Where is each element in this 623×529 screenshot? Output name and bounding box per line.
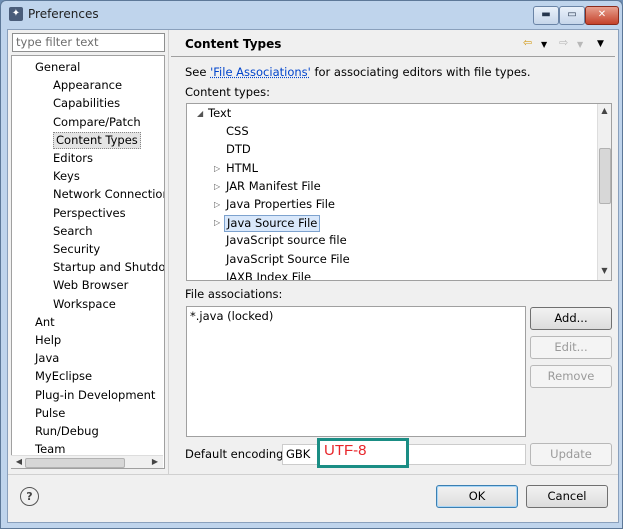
content-type-item[interactable]: DTD: [226, 141, 251, 158]
content-type-item[interactable]: HTML: [226, 160, 258, 177]
preference-tree: General Appearance Capabilities Compare/Pat…: [11, 55, 165, 469]
window-title: Preferences: [28, 7, 99, 21]
scroll-thumb[interactable]: [25, 458, 125, 468]
scroll-left-icon[interactable]: ◀: [13, 457, 25, 467]
tree-item[interactable]: Ant: [35, 314, 55, 331]
header-separator: [171, 56, 615, 57]
close-button[interactable]: ✕: [585, 6, 619, 25]
tree-item[interactable]: Perspectives: [53, 205, 126, 222]
file-associations-link[interactable]: 'File Associations': [210, 65, 311, 79]
collapsed-arrow-icon[interactable]: ▷: [214, 178, 220, 195]
app-icon: ✦: [9, 7, 23, 21]
list-item[interactable]: *.java (locked): [190, 309, 273, 323]
tree-item[interactable]: Security: [53, 241, 100, 258]
filter-input[interactable]: type filter text: [12, 33, 165, 52]
update-button[interactable]: Update: [530, 443, 612, 466]
tree-item[interactable]: Workspace: [53, 296, 116, 313]
default-encoding-label: Default encoding:: [185, 447, 288, 461]
page-title: Content Types: [185, 37, 282, 51]
content-types-tree: ▲ ▼ ◢ Text CSS DTD ▷ HTML ▷ JAR Manifest File ▷ J…: [186, 103, 612, 281]
content-types-scrollbar[interactable]: ▲ ▼: [597, 104, 611, 280]
content-type-item[interactable]: Java Properties File: [226, 196, 335, 213]
file-associations-list: *.java (locked): [186, 306, 526, 437]
scroll-up-icon[interactable]: ▲: [599, 106, 610, 115]
content-type-item[interactable]: Java Source File: [224, 215, 321, 233]
forward-dropdown-icon[interactable]: ▼: [577, 38, 583, 51]
encoding-value: GBK: [286, 447, 311, 461]
expanded-arrow-icon[interactable]: ◢: [197, 105, 203, 122]
back-dropdown-icon[interactable]: ▼: [541, 38, 547, 51]
tree-item[interactable]: MyEclipse: [35, 368, 92, 385]
content-types-label: Content types:: [185, 85, 270, 99]
content-type-item[interactable]: CSS: [226, 123, 249, 140]
scroll-thumb[interactable]: [599, 148, 611, 204]
bottom-separator: [8, 474, 618, 475]
tree-item[interactable]: Editors: [53, 150, 93, 167]
tree-item[interactable]: Web Browser: [53, 277, 128, 294]
tree-item[interactable]: Capabilities: [53, 95, 120, 112]
remove-button[interactable]: Remove: [530, 365, 612, 388]
tree-item[interactable]: Help: [35, 332, 61, 349]
title-bar: ✦ Preferences ▬ ▭ ✕: [1, 1, 622, 29]
annotation-text: UTF-8: [324, 442, 367, 459]
forward-arrow-icon[interactable]: ⇨: [559, 36, 568, 49]
cancel-button[interactable]: Cancel: [526, 485, 608, 508]
add-button[interactable]: Add...: [530, 307, 612, 330]
content-type-item[interactable]: Text: [208, 105, 231, 122]
content-type-item[interactable]: JavaScript Source File: [226, 251, 350, 268]
tree-item[interactable]: Startup and Shutdown: [53, 259, 164, 276]
ok-button[interactable]: OK: [436, 485, 518, 508]
content-type-item[interactable]: JavaScript source file: [226, 232, 347, 249]
tree-item[interactable]: Plug-in Development: [35, 387, 155, 404]
minimize-button[interactable]: ▬: [533, 6, 559, 25]
annotation-box: UTF-8: [317, 438, 409, 468]
dialog-client-area: type filter text General Appearance Capabi…: [7, 29, 619, 523]
tree-item[interactable]: Compare/Patch: [53, 114, 141, 131]
scroll-right-icon[interactable]: ▶: [149, 457, 161, 467]
see-suffix: for associating editors with file types.: [310, 65, 531, 79]
see-prefix: See: [185, 65, 211, 79]
tree-item[interactable]: Search: [53, 223, 93, 240]
description-text: See 'File Associations' for associating …: [185, 65, 531, 79]
tree-item[interactable]: Run/Debug: [35, 423, 99, 440]
view-menu-icon[interactable]: ▼: [597, 38, 604, 51]
content-type-item[interactable]: JAXB Index File: [226, 269, 311, 280]
content-type-item[interactable]: JAR Manifest File: [226, 178, 321, 195]
tree-item[interactable]: Content Types: [53, 131, 141, 149]
tree-item[interactable]: Appearance: [53, 77, 122, 94]
collapsed-arrow-icon[interactable]: ▷: [214, 214, 220, 231]
tree-item[interactable]: Java: [35, 350, 59, 367]
tree-horizontal-scrollbar[interactable]: ◀ ▶: [11, 455, 163, 468]
tree-item[interactable]: General: [35, 59, 80, 76]
tree-item[interactable]: Keys: [53, 168, 80, 185]
preferences-window: ✦ Preferences ▬ ▭ ✕ type filter text Gen…: [0, 0, 623, 529]
tree-item[interactable]: Network Connections: [53, 186, 164, 203]
file-associations-label: File associations:: [185, 287, 283, 301]
back-arrow-icon[interactable]: ⇦: [523, 36, 532, 49]
pane-divider[interactable]: [168, 30, 169, 474]
scroll-down-icon[interactable]: ▼: [599, 266, 610, 275]
collapsed-arrow-icon[interactable]: ▷: [214, 196, 220, 213]
collapsed-arrow-icon[interactable]: ▷: [214, 160, 220, 177]
help-icon[interactable]: ?: [20, 487, 39, 506]
maximize-button[interactable]: ▭: [559, 6, 585, 25]
edit-button[interactable]: Edit...: [530, 336, 612, 359]
tree-item[interactable]: Pulse: [35, 405, 65, 422]
